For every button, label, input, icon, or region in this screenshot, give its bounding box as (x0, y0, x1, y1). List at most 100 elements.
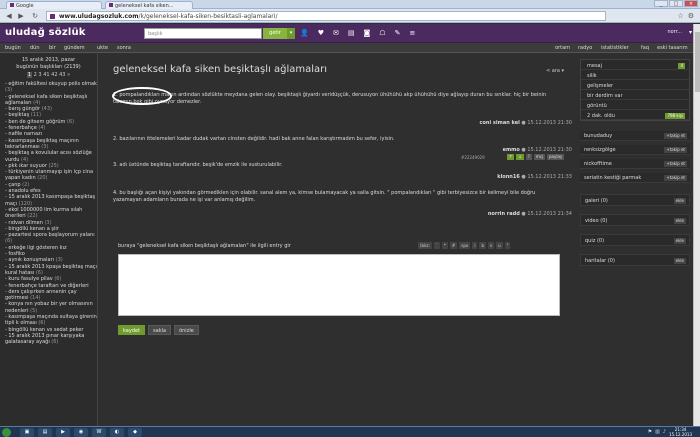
system-clock[interactable]: 21:34 15.12.2013 (669, 427, 692, 437)
topic-item[interactable]: - 15 aralık 2013 pınar karşıyaka galatas… (5, 333, 97, 346)
message-button[interactable]: msj (533, 154, 545, 160)
message-icon[interactable]: ✉ (333, 29, 339, 37)
follow-button[interactable]: +takip et (664, 133, 687, 139)
entry-author[interactable]: emmo (503, 147, 520, 153)
nav-gundem[interactable]: gündem (64, 45, 85, 51)
channel-name[interactable]: bunudaduy (584, 133, 612, 139)
search-button[interactable]: getir (263, 28, 287, 39)
camera-icon[interactable]: ◙ (364, 29, 371, 37)
entry-date[interactable]: 15.12.2013 21:34 (527, 211, 572, 217)
entry-date[interactable]: 15.12.2013 21:30 (527, 120, 572, 126)
chrome-taskbar-icon[interactable]: ◉ (74, 428, 88, 437)
entry-date[interactable]: 15.12.2013 21:33 (527, 174, 572, 180)
downvote-button[interactable]: ↓ (516, 154, 524, 160)
add-button[interactable]: ekle (673, 218, 686, 224)
folder-taskbar-icon[interactable]: ▤ (38, 428, 52, 437)
channel-name[interactable]: nickofftime (584, 161, 612, 167)
topic-item[interactable]: - konya nın yobaz bir yer olmasının nede… (5, 301, 97, 314)
more-icon[interactable]: ▾ (689, 29, 692, 36)
app-taskbar-icon[interactable]: ◆ (128, 428, 142, 437)
entry-author[interactable]: norrin radd (488, 211, 520, 217)
search-options-icon[interactable]: ▾ (287, 28, 295, 39)
wrench-icon[interactable]: ⚙ (688, 12, 694, 20)
media-taskbar-icon[interactable]: ▶ (56, 428, 70, 437)
save-button[interactable]: kaydet (118, 325, 146, 335)
nav-ortam[interactable]: ortam (555, 45, 570, 51)
notification-goruntu[interactable]: görüntü (581, 102, 689, 110)
edit-icon[interactable]: ✎ (395, 29, 401, 37)
topic-item[interactable]: - eğitim fakültesi okuyup polis olmak (3… (5, 81, 97, 94)
quote-button[interactable]: " (504, 242, 511, 249)
close-icon[interactable]: × (684, 0, 698, 7)
address-bar[interactable]: www.uludagsozluk.com/k/geleneksel-kafa-s… (46, 11, 606, 21)
explorer-taskbar-icon[interactable]: ▣ (20, 428, 34, 437)
reload-icon[interactable]: ↻ (30, 11, 40, 21)
minimize-icon[interactable]: _ (654, 0, 668, 7)
notification-gelismeler[interactable]: gelişmeler (581, 82, 689, 90)
network-icon[interactable]: ▥ (655, 429, 660, 435)
user-icon[interactable]: 👤 (300, 29, 309, 37)
book-icon[interactable]: ▤ (348, 29, 355, 37)
add-button[interactable]: ekle (673, 198, 686, 204)
star-icon[interactable]: ☆ (677, 12, 683, 20)
page-link[interactable]: 42 (51, 72, 57, 78)
topic-item[interactable]: - türkiyenin utanmayıp işin içp cina yap… (5, 169, 97, 182)
start-button-icon[interactable] (2, 428, 11, 437)
nav-dun[interactable]: dün (30, 45, 40, 51)
preview-button[interactable]: önizle (174, 325, 199, 335)
nav-bugun[interactable]: bugün (5, 45, 21, 51)
upvote-button[interactable]: ↑ (507, 154, 515, 160)
entry-id[interactable]: #22249029 (461, 155, 485, 160)
nav-radyo[interactable]: radyo (578, 45, 592, 51)
page-link[interactable]: 41 (43, 72, 49, 78)
page-link[interactable]: 3 (38, 72, 41, 78)
forward-icon[interactable]: ▶ (16, 11, 26, 21)
list-icon[interactable]: ≡ (409, 29, 415, 37)
page-link[interactable]: 1 (26, 72, 33, 78)
add-button[interactable]: ekle (673, 238, 686, 244)
notification-silik[interactable]: silik (581, 72, 689, 80)
page-scrollbar[interactable] (693, 24, 700, 426)
site-logo[interactable]: uludağ sözlük (5, 27, 86, 38)
notification-mesaj[interactable]: mesaj 4 (581, 62, 689, 70)
topic-item[interactable]: - pazartesi spora başlayorum yalanı (6) (5, 232, 97, 245)
channel-name[interactable]: seriatin kestiği parmak (584, 175, 641, 181)
add-button[interactable]: ekle (673, 258, 686, 264)
page-link[interactable]: 2 (34, 72, 37, 78)
topic-item[interactable]: - geleneksel kafa siken beşiktaşlı ağlam… (5, 94, 97, 107)
section-label[interactable]: galeri (585, 198, 599, 204)
section-label[interactable]: haritalar (585, 258, 606, 264)
entry-textarea[interactable] (118, 254, 560, 316)
share-button[interactable]: paylaş (546, 154, 564, 160)
entry-author[interactable]: coni siman kel (480, 120, 520, 126)
asterisk-button[interactable]: * (441, 242, 448, 249)
page-title[interactable]: geleneksel kafa siken beşiktaşlı ağlamal… (113, 64, 327, 75)
user-menu[interactable]: norr... (667, 29, 682, 35)
entry-author[interactable]: klonn16 (497, 174, 520, 180)
topic-item[interactable]: - beşiktaş a kovulular acısı sözlüğe vur… (5, 150, 97, 163)
topic-item[interactable]: - kasımpaşa maçında sultaya girenin tipl… (5, 314, 97, 327)
notification-online[interactable]: 2 dak. oldu 798 kişi (581, 112, 689, 120)
topic-item[interactable]: - ekoi 1000000 lim kurma sılah önerileri… (5, 207, 97, 220)
hide-button[interactable]: sakla (148, 325, 172, 335)
page-link[interactable]: 43 (59, 72, 65, 78)
spoiler-button[interactable]: spo (459, 242, 471, 249)
volume-icon[interactable]: ♪ (663, 429, 666, 435)
chat-icon[interactable]: ☖ (379, 29, 385, 37)
strike-button[interactable]: s (487, 242, 495, 249)
underline-button[interactable]: u (496, 242, 503, 249)
follow-button[interactable]: +takip et (664, 147, 687, 153)
topic-item[interactable]: - 15 aralık 2013 kasımpaşa beşiktaş maçı… (5, 194, 97, 207)
nav-istatistikler[interactable]: istatistikler (601, 45, 629, 51)
topic-item[interactable]: - ders çalışırken annenin çay getirmesi … (5, 289, 97, 302)
channel-name[interactable]: renksizgölge (584, 147, 616, 153)
section-label[interactable]: video (585, 218, 599, 224)
firefox-taskbar-icon[interactable]: ◐ (110, 428, 124, 437)
backtick-button[interactable]: ` (433, 242, 440, 249)
flag-icon[interactable]: ⚑ (648, 429, 652, 435)
entry-date[interactable]: 15.12.2013 21:30 (527, 147, 572, 153)
maximize-icon[interactable]: □ (669, 0, 683, 7)
topic-item[interactable]: - kasımpaşa beşiktaş maçının tekrarlanma… (5, 138, 97, 151)
topic-search[interactable]: ⋖ ara ▾ (546, 68, 564, 74)
bkz-button[interactable]: (bkz: (418, 242, 432, 249)
